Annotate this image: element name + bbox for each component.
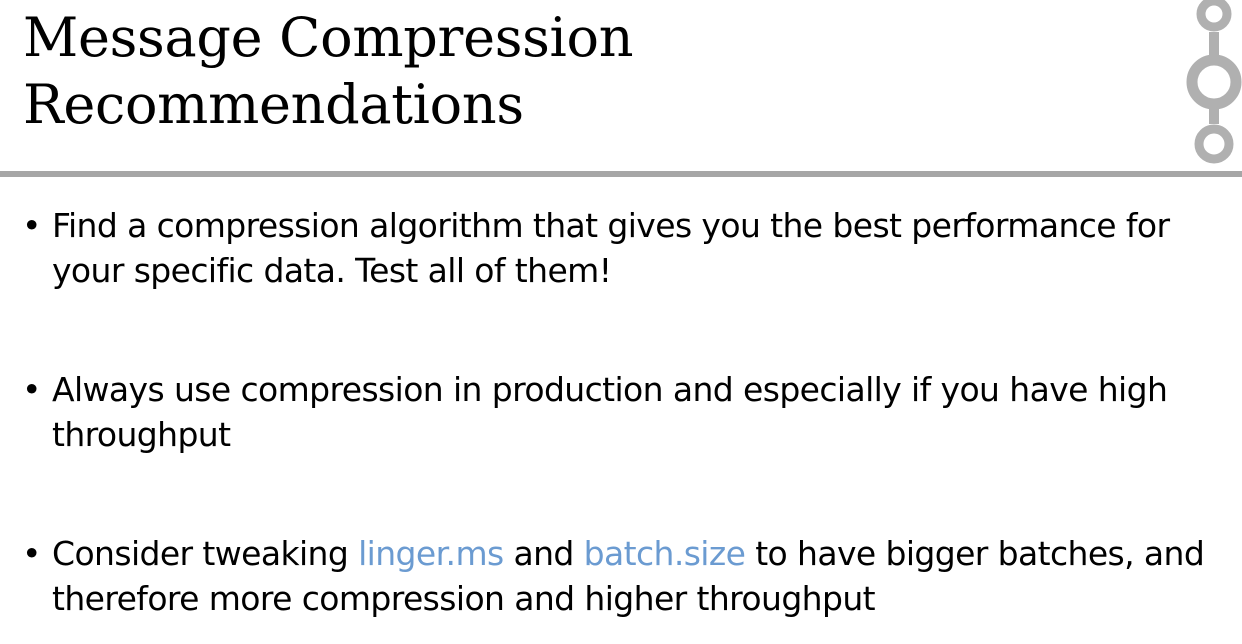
slide: Message Compression Recommendations • Fi… — [0, 0, 1242, 644]
title-divider — [0, 171, 1242, 177]
bullet-item: • Consider tweaking linger.ms and batch.s… — [22, 531, 1237, 621]
bullet-list: • Find a compression algorithm that give… — [22, 203, 1237, 621]
bullet-text: Find a compression algorithm that gives … — [52, 206, 1170, 290]
slide-title-line-2: Recommendations — [23, 73, 524, 136]
bullet-item: • Find a compression algorithm that give… — [22, 203, 1237, 293]
config-batch-size: batch.size — [583, 534, 746, 573]
bullet-dot: • — [22, 534, 41, 573]
bullet-item: • Always use compression in production a… — [22, 367, 1237, 457]
bullet-dot: • — [22, 370, 41, 409]
kafka-logo-icon — [1186, 0, 1242, 164]
bullet-text: Always use compression in production and… — [52, 370, 1168, 454]
config-linger-ms: linger.ms — [358, 534, 504, 573]
slide-title: Message Compression Recommendations — [23, 4, 1163, 138]
bullet-text-before: Consider tweaking — [52, 534, 359, 573]
bullet-text-middle: and — [503, 534, 584, 573]
slide-title-line-1: Message Compression — [23, 6, 634, 69]
bullet-dot: • — [22, 206, 41, 245]
